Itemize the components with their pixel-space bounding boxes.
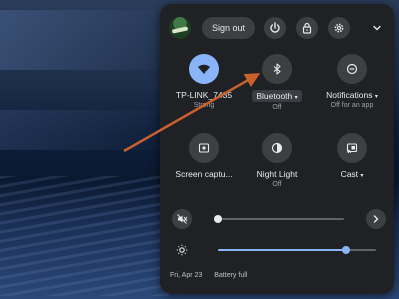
cast-icon	[346, 143, 358, 154]
collapse-button[interactable]	[369, 20, 385, 36]
network-pod: TP-LINK_7435 Strong	[167, 54, 241, 109]
brightness-button	[172, 240, 192, 260]
wallpaper-highlight	[0, 110, 170, 150]
quick-settings-header: Sign out	[160, 4, 394, 52]
brightness-slider-fill	[218, 249, 346, 251]
screen-capture-pod: Screen captu...	[167, 133, 241, 179]
status-footer: Fri, Apr 23 Battery full	[170, 272, 257, 279]
cast-settings-link[interactable]: Cast ▾	[315, 169, 389, 179]
bluetooth-icon	[273, 63, 281, 75]
screen-capture-label[interactable]: Screen captu...	[167, 169, 241, 179]
cast-toggle[interactable]	[337, 133, 367, 163]
wallpaper-highlight	[0, 10, 170, 70]
brightness-slider[interactable]	[218, 246, 376, 254]
night-light-label[interactable]: Night Light	[240, 169, 314, 179]
notifications-settings-link[interactable]: Notifications ▾	[315, 90, 389, 100]
wallpaper-texture	[0, 176, 170, 296]
volume-slider[interactable]	[214, 215, 344, 223]
bluetooth-label-wrap: Bluetooth ▾	[240, 90, 314, 102]
chevron-down-icon	[373, 25, 381, 31]
notifications-status: Off for an app	[330, 102, 374, 109]
mute-toggle[interactable]	[172, 209, 192, 229]
battery-label[interactable]: Battery full	[214, 272, 247, 279]
volume-slider-thumb[interactable]	[214, 215, 222, 223]
brightness-icon	[176, 244, 188, 256]
night-light-status: Off	[272, 181, 282, 188]
settings-icon	[334, 23, 344, 33]
lock-icon	[302, 22, 312, 34]
network-toggle[interactable]	[189, 54, 219, 84]
cast-pod: Cast ▾	[315, 133, 389, 179]
lock-button[interactable]	[296, 17, 318, 39]
caret-down-icon: ▾	[360, 173, 364, 179]
notifications-label: Notifications	[326, 90, 373, 100]
cast-label: Cast	[340, 169, 359, 179]
bluetooth-toggle[interactable]	[262, 54, 292, 84]
power-icon	[270, 22, 280, 33]
bluetooth-label: Bluetooth	[256, 91, 293, 101]
night-light-icon	[271, 142, 283, 154]
audio-settings-button[interactable]	[366, 209, 386, 229]
notifications-icon	[346, 63, 358, 75]
sign-out-button[interactable]: Sign out	[202, 17, 255, 39]
avatar[interactable]	[169, 17, 191, 39]
notifications-pod: Notifications ▾ Off for an app	[315, 54, 389, 109]
night-light-pod: Night Light Off	[240, 133, 314, 188]
brightness-slider-thumb[interactable]	[341, 246, 350, 254]
network-label[interactable]: TP-LINK_7435	[167, 90, 241, 100]
caret-down-icon: ▾	[294, 95, 298, 101]
volume-muted-icon	[177, 214, 188, 224]
quick-settings-panel: Sign out TP-LINK_7435 Strong Bluetooth ▾…	[160, 4, 394, 294]
network-status: Strong	[193, 102, 215, 109]
caret-down-icon: ▾	[374, 94, 378, 100]
bluetooth-pod: Bluetooth ▾ Off	[240, 54, 314, 111]
volume-row	[160, 205, 394, 233]
power-button[interactable]	[264, 17, 286, 39]
date-label[interactable]: Fri, Apr 23	[170, 272, 202, 279]
brightness-row	[160, 236, 394, 264]
bluetooth-status: Off	[272, 104, 282, 111]
bluetooth-settings-link[interactable]: Bluetooth ▾	[252, 90, 302, 102]
chevron-right-icon	[373, 215, 379, 223]
screen-capture-icon	[198, 143, 210, 153]
settings-button[interactable]	[328, 17, 350, 39]
notifications-toggle[interactable]	[337, 54, 367, 84]
screen-capture-toggle[interactable]	[189, 133, 219, 163]
night-light-toggle[interactable]	[262, 133, 292, 163]
wifi-icon	[198, 64, 210, 75]
